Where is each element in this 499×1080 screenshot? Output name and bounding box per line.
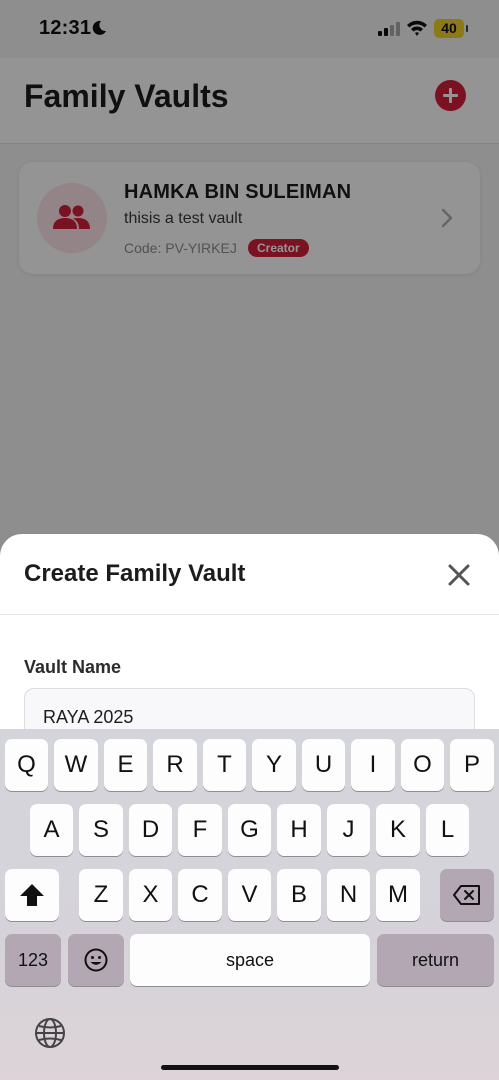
key-s[interactable]: S — [79, 804, 123, 856]
sheet-divider — [0, 614, 499, 615]
delete-key[interactable] — [440, 869, 494, 921]
key-l[interactable]: L — [426, 804, 469, 856]
key-k[interactable]: K — [376, 804, 420, 856]
key-c[interactable]: C — [178, 869, 222, 921]
sheet-title: Create Family Vault — [24, 560, 246, 587]
numbers-key[interactable]: 123 — [5, 934, 61, 986]
key-p[interactable]: P — [450, 739, 494, 791]
vault-name-label: Vault Name — [24, 657, 122, 677]
globe-icon[interactable] — [34, 1017, 66, 1049]
key-q[interactable]: Q — [5, 739, 48, 791]
key-b[interactable]: B — [277, 869, 321, 921]
key-x[interactable]: X — [129, 869, 172, 921]
shift-key[interactable] — [5, 869, 59, 921]
key-j[interactable]: J — [327, 804, 370, 856]
shift-icon — [20, 884, 44, 906]
key-a[interactable]: A — [30, 804, 73, 856]
home-indicator — [161, 1065, 339, 1070]
key-m[interactable]: M — [376, 869, 420, 921]
key-w[interactable]: W — [54, 739, 98, 791]
key-r[interactable]: R — [153, 739, 197, 791]
key-u[interactable]: U — [302, 739, 345, 791]
key-i[interactable]: I — [351, 739, 395, 791]
key-z[interactable]: Z — [79, 869, 123, 921]
key-d[interactable]: D — [129, 804, 172, 856]
key-v[interactable]: V — [228, 869, 271, 921]
key-f[interactable]: F — [178, 804, 222, 856]
key-g[interactable]: G — [228, 804, 271, 856]
emoji-icon — [84, 948, 108, 972]
space-key[interactable]: space — [130, 934, 370, 986]
return-key[interactable]: return — [377, 934, 494, 986]
key-y[interactable]: Y — [252, 739, 296, 791]
key-e[interactable]: E — [104, 739, 147, 791]
key-h[interactable]: H — [277, 804, 321, 856]
close-icon[interactable] — [446, 562, 472, 588]
emoji-key[interactable] — [68, 934, 124, 986]
key-n[interactable]: N — [327, 869, 370, 921]
backspace-icon — [453, 885, 480, 905]
key-t[interactable]: T — [203, 739, 246, 791]
keyboard: Q W E R T Y U I O P A S D F G H J K L Z … — [0, 729, 499, 1080]
key-o[interactable]: O — [401, 739, 444, 791]
